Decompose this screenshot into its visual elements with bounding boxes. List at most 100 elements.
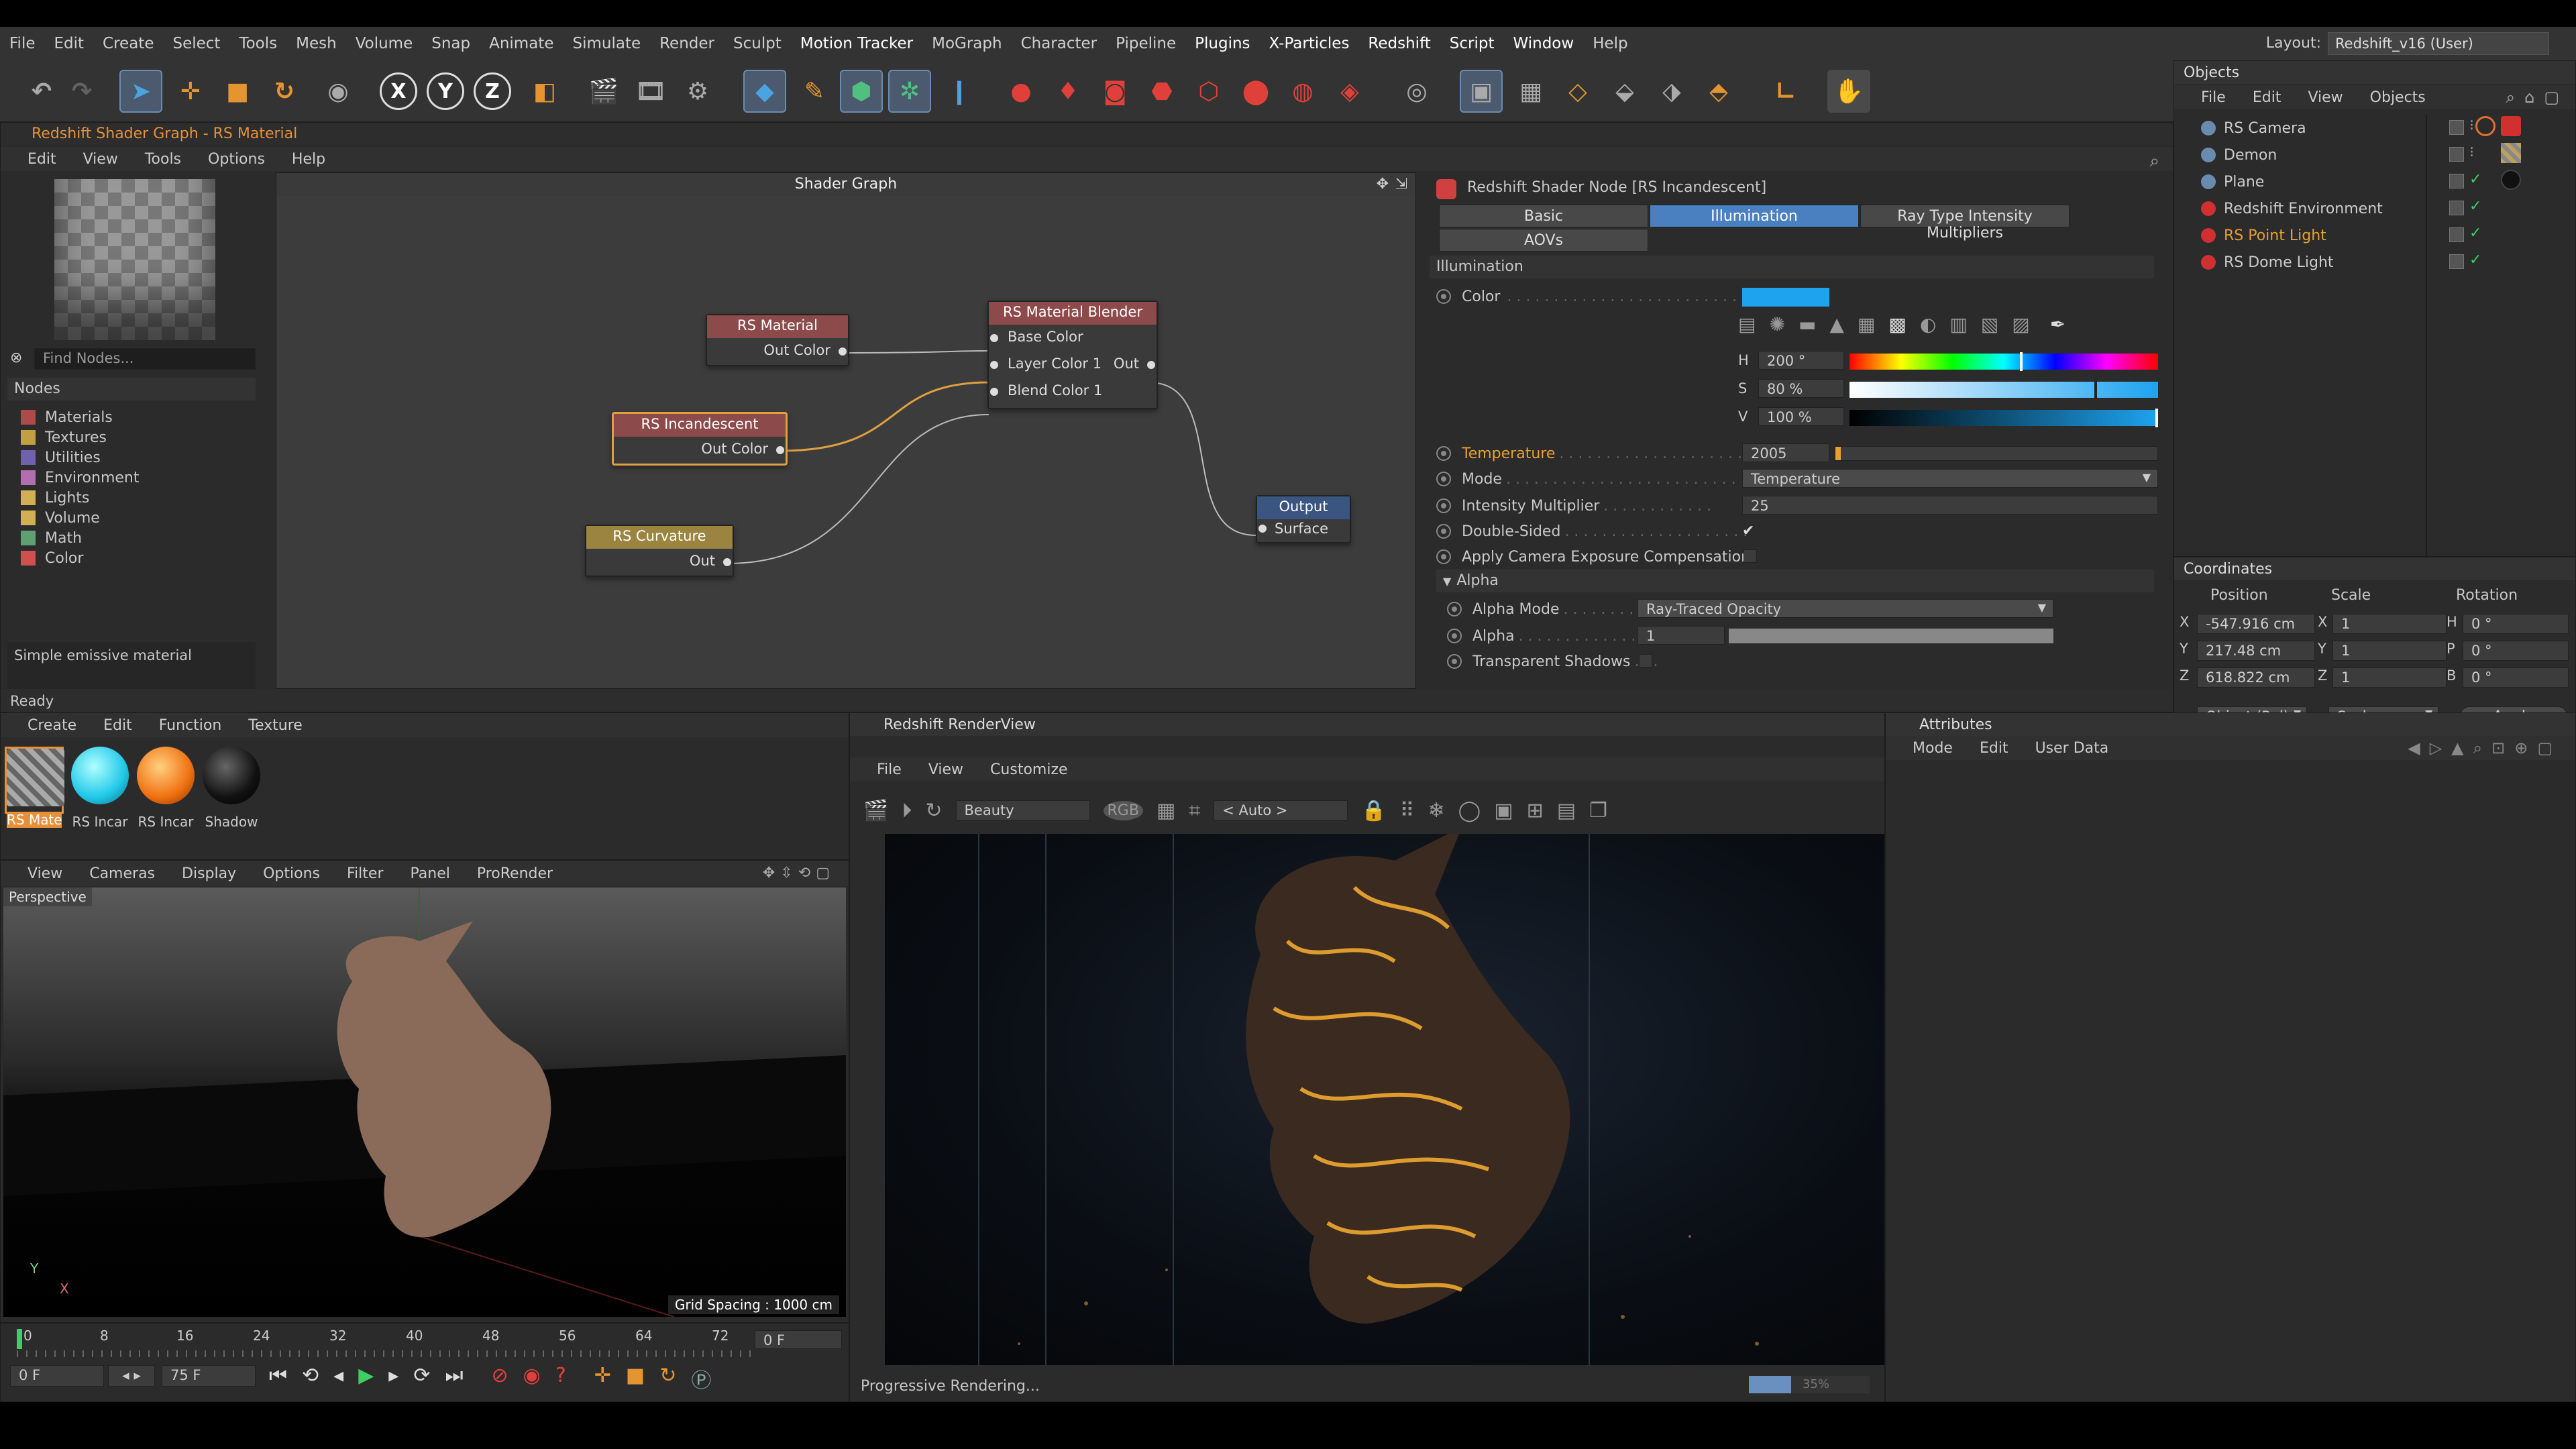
- coord-scale-field[interactable]: 1: [2332, 614, 2447, 634]
- renderview-menu-view[interactable]: View: [915, 761, 977, 778]
- start-frame-field[interactable]: 0 F: [10, 1365, 104, 1387]
- input-socket[interactable]: [1258, 525, 1267, 533]
- material-slot[interactable]: RS Incar: [136, 747, 195, 830]
- menu-motion-tracker[interactable]: Motion Tracker: [791, 35, 922, 52]
- tab-illumination[interactable]: Illumination: [1650, 205, 1859, 227]
- node-category-math[interactable]: Math: [21, 528, 82, 548]
- menu-x-particles[interactable]: X-Particles: [1260, 35, 1359, 52]
- animate-radio[interactable]: [1447, 629, 1462, 643]
- points-mode-icon[interactable]: ⬙: [1603, 70, 1646, 113]
- snap-icon[interactable]: ✋: [1827, 70, 1870, 113]
- color-spectrum-icon[interactable]: ✺: [1769, 313, 1784, 343]
- objects-menu-objects[interactable]: Objects: [2357, 89, 2439, 106]
- render-picture-viewer-icon[interactable]: 🎞: [629, 70, 672, 113]
- node-category-materials[interactable]: Materials: [21, 407, 113, 427]
- position-key-icon[interactable]: ✛: [594, 1364, 611, 1393]
- param-key-icon[interactable]: Ⓟ: [691, 1364, 711, 1393]
- clear-search-icon[interactable]: ⊗: [10, 350, 22, 366]
- menu-render[interactable]: Render: [650, 35, 724, 52]
- coord-scale-field[interactable]: 1: [2332, 641, 2447, 661]
- coord-pos-field[interactable]: 217.48 cm: [2197, 641, 2315, 661]
- viewport-menu-display[interactable]: Display: [168, 865, 250, 882]
- shader-menu-edit[interactable]: Edit: [14, 151, 70, 168]
- find-nodes-input[interactable]: Find Nodes...: [34, 348, 256, 370]
- shader-graph-canvas[interactable]: Shader Graph ✥ ⇲ RS Material Out Color R…: [276, 172, 1416, 689]
- output-socket[interactable]: [776, 446, 784, 454]
- shader-menu-view[interactable]: View: [70, 151, 131, 168]
- record-icon[interactable]: ⊘: [491, 1364, 508, 1393]
- attributes-menu-edit[interactable]: Edit: [1966, 740, 2022, 757]
- scale-tool-icon[interactable]: ■: [216, 70, 259, 113]
- kelvin-mode-icon[interactable]: ◐: [1920, 313, 1936, 343]
- swatches-icon[interactable]: ▨: [2012, 313, 2029, 343]
- crop-icon[interactable]: ⌗: [1189, 799, 1200, 822]
- settings-icon[interactable]: ⊕: [2514, 739, 2537, 757]
- play-icon[interactable]: ▶: [358, 1364, 374, 1393]
- render-view-icon[interactable]: 🎬: [582, 70, 625, 113]
- rs-environment-icon[interactable]: ◍: [1281, 70, 1324, 113]
- coord-rot-field[interactable]: 0 °: [2463, 614, 2569, 634]
- section-alpha[interactable]: ▼ Alpha: [1436, 570, 2154, 592]
- material-menu-create[interactable]: Create: [14, 717, 90, 734]
- grid-overlay-icon[interactable]: ▦: [1157, 799, 1175, 822]
- rs-camera-tag-icon[interactable]: [2501, 116, 2521, 136]
- pen-spline-icon[interactable]: ✎: [793, 70, 836, 113]
- menu-file[interactable]: File: [0, 35, 45, 52]
- refresh-icon[interactable]: ↻: [925, 799, 942, 822]
- menu-script[interactable]: Script: [1440, 35, 1504, 52]
- search-icon[interactable]: ⌕: [2506, 88, 2524, 107]
- shader-menu-options[interactable]: Options: [195, 151, 278, 168]
- coord-scale-field[interactable]: 1: [2332, 667, 2447, 688]
- viewport-menu-prorender[interactable]: ProRender: [464, 865, 566, 882]
- node-category-textures[interactable]: Textures: [21, 427, 107, 447]
- rotation-key-icon[interactable]: ↻: [659, 1364, 676, 1393]
- node-rs-material[interactable]: RS Material Out Color: [706, 314, 849, 366]
- menu-pipeline[interactable]: Pipeline: [1106, 35, 1185, 52]
- menu-volume[interactable]: Volume: [346, 35, 423, 52]
- output-socket[interactable]: [1147, 361, 1155, 369]
- tab-basic[interactable]: Basic: [1439, 205, 1648, 227]
- eyedropper-icon[interactable]: ✒: [2050, 313, 2065, 343]
- color-swatch[interactable]: [1742, 288, 1829, 307]
- new-window-icon[interactable]: ▢: [2544, 88, 2569, 107]
- double-sided-checkbox[interactable]: ✔: [1742, 523, 1758, 539]
- object-row[interactable]: Demon: [2174, 142, 2416, 168]
- temperature-slider-knob[interactable]: [1835, 447, 1841, 460]
- hue-slider-knob[interactable]: [2019, 352, 2023, 371]
- intensity-field[interactable]: 25: [1742, 496, 2158, 515]
- menu-help[interactable]: Help: [1583, 35, 1637, 52]
- coord-pos-field[interactable]: -547.916 cm: [2197, 614, 2315, 634]
- animate-radio[interactable]: [1436, 289, 1451, 304]
- cloner-icon[interactable]: ✲: [888, 70, 931, 113]
- move-tool-icon[interactable]: ✛: [169, 70, 212, 113]
- rotate-tool-icon[interactable]: ↻: [263, 70, 306, 113]
- z-axis-lock-icon[interactable]: Z: [474, 72, 511, 110]
- rs-dome-light-icon[interactable]: ⬤: [1234, 70, 1277, 113]
- menu-window[interactable]: Window: [1504, 35, 1584, 52]
- rs-spot-light-icon[interactable]: ♦: [1046, 70, 1089, 113]
- material-slot[interactable]: Shadow: [202, 747, 261, 830]
- value-slider-knob[interactable]: [2155, 409, 2158, 427]
- end-frame-field[interactable]: 75 F: [162, 1365, 256, 1387]
- axis-mode-icon[interactable]: ∟: [1764, 70, 1807, 113]
- menu-select[interactable]: Select: [163, 35, 229, 52]
- hue-slider[interactable]: [1849, 352, 2158, 371]
- rs-proxy-icon[interactable]: ⬡: [1187, 70, 1230, 113]
- menu-snap[interactable]: Snap: [422, 35, 480, 52]
- viewport-menu-options[interactable]: Options: [250, 865, 333, 882]
- renderview-menu-customize[interactable]: Customize: [977, 761, 1081, 778]
- autokey-icon[interactable]: ◉: [523, 1364, 541, 1393]
- input-socket[interactable]: [990, 361, 998, 369]
- playhead[interactable]: [17, 1329, 22, 1349]
- rs-light-icon[interactable]: ●: [1000, 70, 1042, 113]
- object-row[interactable]: Plane: [2174, 168, 2416, 195]
- object-row[interactable]: RS Camera: [2174, 115, 2416, 142]
- lock-icon[interactable]: 🔒: [1361, 799, 1386, 822]
- menu-mesh[interactable]: Mesh: [286, 35, 346, 52]
- renderview-menu-file[interactable]: File: [863, 761, 915, 778]
- input-socket[interactable]: [990, 334, 998, 342]
- material-tag-icon[interactable]: [2501, 170, 2521, 190]
- menu-edit[interactable]: Edit: [45, 35, 94, 52]
- select-tool-icon[interactable]: ➤: [119, 70, 162, 113]
- animate-radio[interactable]: [1436, 524, 1451, 539]
